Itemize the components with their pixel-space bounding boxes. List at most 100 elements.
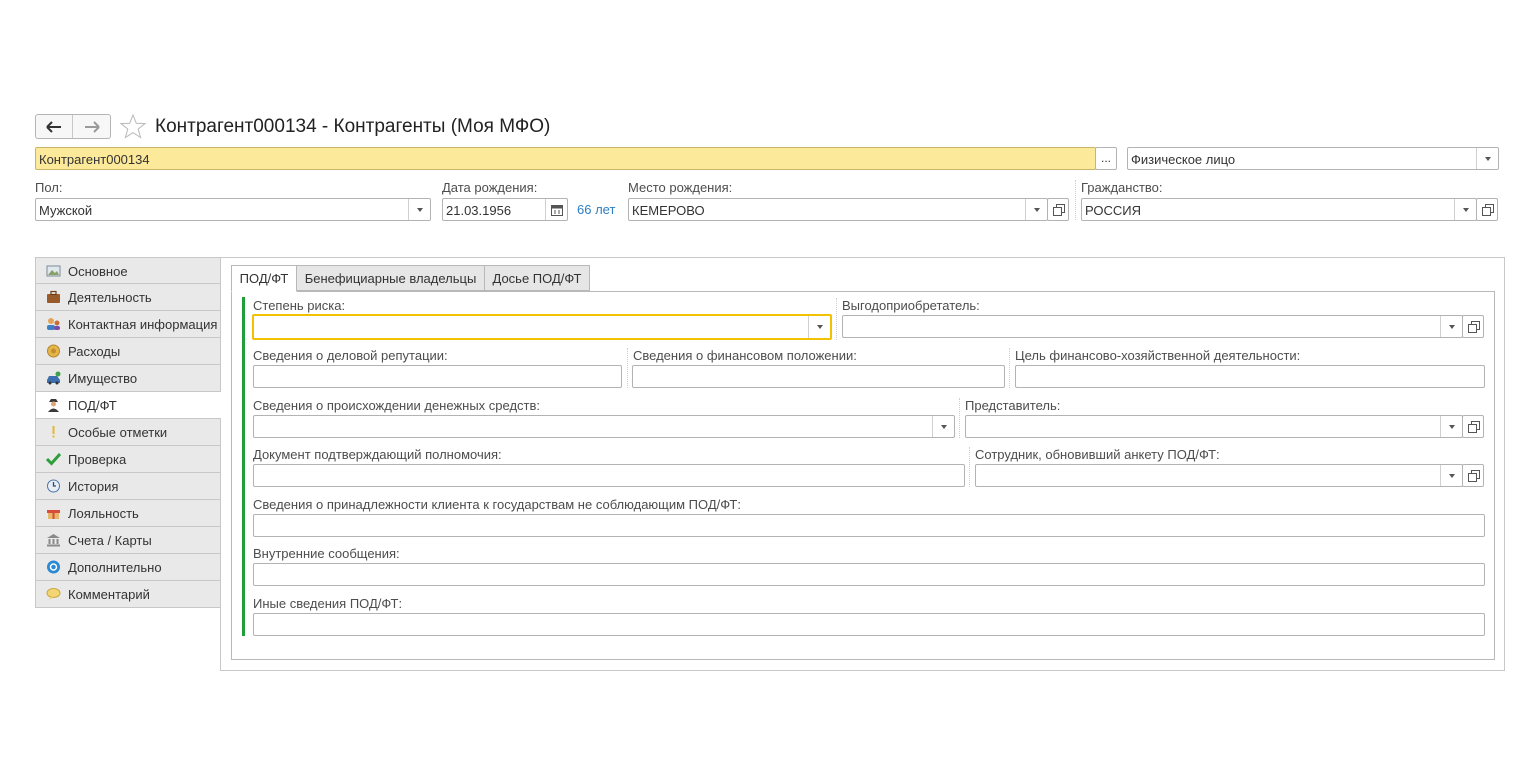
employee-open-button[interactable]	[1462, 464, 1484, 487]
states-field[interactable]	[253, 514, 1485, 537]
gift-icon	[47, 510, 60, 519]
sidebar-item-property[interactable]: Имущество	[35, 365, 221, 392]
calendar-icon[interactable]	[545, 199, 567, 220]
forward-button[interactable]	[74, 115, 111, 138]
arrow-right-icon	[85, 121, 100, 133]
beneficiary-select[interactable]	[842, 315, 1463, 338]
sidebar-item-label: Расходы	[68, 344, 121, 359]
contacts-icon	[47, 318, 60, 330]
reputation-label: Сведения о деловой репутации:	[253, 348, 448, 363]
tab-label: Бенефициарные владельцы	[304, 271, 477, 286]
sidebar-item-label: Лояльность	[68, 506, 139, 521]
open-window-icon	[1468, 470, 1480, 482]
sidebar-item-expenses[interactable]: Расходы	[35, 338, 221, 365]
tab-label: ПОД/ФТ	[239, 271, 289, 286]
gender-value: Мужской	[39, 203, 93, 218]
chevron-down-icon[interactable]	[1440, 465, 1462, 486]
open-window-icon	[1053, 204, 1065, 216]
spy-icon	[48, 399, 59, 412]
group-marker	[242, 297, 245, 636]
gender-select[interactable]: Мужской	[35, 198, 431, 221]
sidebar-item-contacts[interactable]: Контактная информация	[35, 311, 221, 338]
more-button-label: ...	[1101, 151, 1112, 165]
representative-select[interactable]	[965, 415, 1463, 438]
birthdate-label: Дата рождения:	[442, 180, 538, 195]
sidebar-item-activity[interactable]: Деятельность	[35, 284, 221, 311]
divider	[969, 447, 970, 487]
tab-dossier[interactable]: Досье ПОД/ФТ	[484, 265, 590, 291]
chevron-down-icon[interactable]	[1476, 148, 1498, 169]
birthdate-field[interactable]: 21.03.1956	[442, 198, 568, 221]
sidebar-item-loyalty[interactable]: Лояльность	[35, 500, 221, 527]
chevron-down-icon[interactable]	[1440, 316, 1462, 337]
chevron-down-icon[interactable]	[932, 416, 954, 437]
sidebar-item-label: Комментарий	[68, 587, 150, 602]
authority-doc-field[interactable]	[253, 464, 965, 487]
age-link[interactable]: 66 лет	[577, 202, 615, 217]
internal-label: Внутренние сообщения:	[253, 546, 400, 561]
funds-origin-select[interactable]	[253, 415, 955, 438]
chevron-down-icon[interactable]	[1440, 416, 1462, 437]
birthdate-value: 21.03.1956	[446, 203, 512, 218]
divider	[627, 348, 628, 388]
citizenship-select[interactable]: РОССИЯ	[1081, 198, 1477, 221]
open-window-icon	[1468, 321, 1480, 333]
goal-field[interactable]	[1015, 365, 1485, 388]
back-button[interactable]	[36, 115, 73, 138]
clock-icon	[47, 479, 60, 493]
reputation-field[interactable]	[253, 365, 622, 388]
citizenship-label: Гражданство:	[1081, 180, 1163, 195]
sidebar-item-label: Счета / Карты	[68, 533, 152, 548]
citizenship-open-button[interactable]	[1476, 198, 1498, 221]
other-field[interactable]	[253, 613, 1485, 636]
checkmark-icon	[46, 452, 61, 466]
name-value: Контрагент000134	[39, 152, 150, 167]
star-favorite-icon[interactable]	[120, 114, 146, 139]
beneficiary-open-button[interactable]	[1462, 315, 1484, 338]
chevron-down-icon[interactable]	[1454, 199, 1476, 220]
birthplace-value: КЕМЕРОВО	[632, 203, 705, 218]
representative-label: Представитель:	[965, 398, 1061, 413]
birthplace-open-button[interactable]	[1047, 198, 1069, 221]
sidebar-item-check[interactable]: Проверка	[35, 446, 221, 473]
tab-podft[interactable]: ПОД/ФТ	[231, 265, 297, 292]
gender-label: Пол:	[35, 180, 63, 195]
sidebar-item-label: Особые отметки	[68, 425, 168, 440]
representative-open-button[interactable]	[1462, 415, 1484, 438]
employee-select[interactable]	[975, 464, 1463, 487]
exclamation-icon	[52, 426, 55, 438]
risk-label: Степень риска:	[253, 298, 346, 313]
sidebar-item-podft[interactable]: ПОД/ФТ	[35, 392, 221, 419]
sidebar-item-label: История	[68, 479, 119, 494]
sidebar-item-accounts[interactable]: Счета / Карты	[35, 527, 221, 554]
sidebar-item-label: Имущество	[68, 371, 138, 386]
type-select[interactable]: Физическое лицо	[1127, 147, 1499, 170]
sidebar-item-label: Дополнительно	[68, 560, 162, 575]
chevron-down-icon[interactable]	[808, 316, 830, 338]
divider	[1075, 180, 1076, 220]
sidebar-item-special-marks[interactable]: Особые отметки	[35, 419, 221, 446]
briefcase-icon	[47, 290, 60, 303]
chevron-down-icon[interactable]	[408, 199, 430, 220]
birthplace-select[interactable]: КЕМЕРОВО	[628, 198, 1048, 221]
tab-beneficial-owners[interactable]: Бенефициарные владельцы	[296, 265, 485, 291]
more-button[interactable]: ...	[1095, 147, 1117, 170]
sidebar-item-history[interactable]: История	[35, 473, 221, 500]
risk-select[interactable]	[252, 314, 832, 340]
tab-label: Досье ПОД/ФТ	[492, 271, 582, 286]
birthplace-label: Место рождения:	[628, 180, 733, 195]
sidebar-item-main[interactable]: Основное	[35, 257, 221, 284]
sidebar-item-label: Основное	[68, 264, 128, 279]
sidebar-item-additional[interactable]: Дополнительно	[35, 554, 221, 581]
internal-field[interactable]	[253, 563, 1485, 586]
chevron-down-icon[interactable]	[1025, 199, 1047, 220]
image-icon	[46, 265, 61, 277]
goal-label: Цель финансово-хозяйственной деятельност…	[1015, 348, 1301, 363]
name-field[interactable]: Контрагент000134	[35, 147, 1096, 170]
financial-field[interactable]	[632, 365, 1005, 388]
funds-origin-label: Сведения о происхождении денежных средст…	[253, 398, 541, 413]
car-icon	[47, 371, 61, 385]
sidebar-item-label: ПОД/ФТ	[68, 398, 117, 413]
other-label: Иные сведения ПОД/ФТ:	[253, 596, 403, 611]
sidebar-item-comment[interactable]: Комментарий	[35, 581, 221, 608]
